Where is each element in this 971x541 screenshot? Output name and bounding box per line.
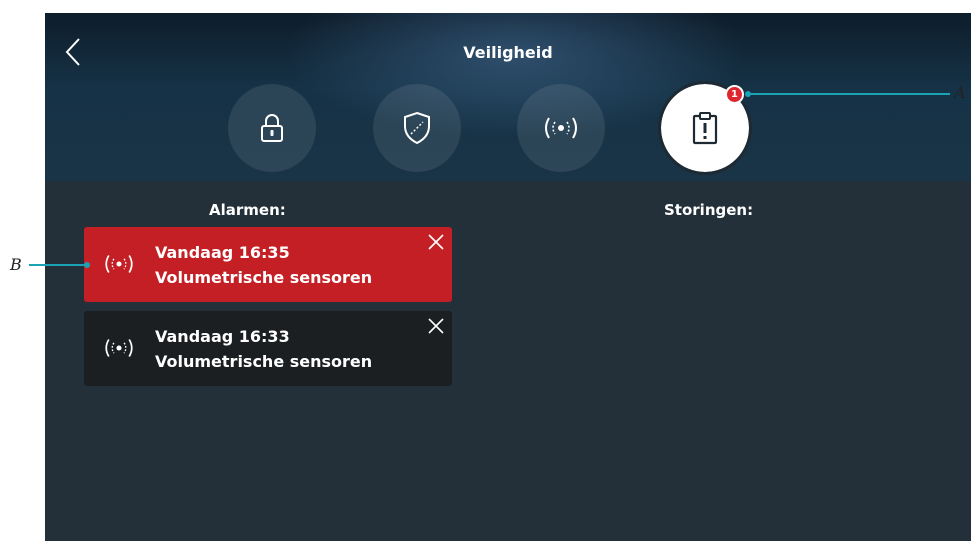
alarms-heading: Alarmen: (209, 201, 286, 219)
shield-icon (404, 111, 430, 145)
alarm-description: Volumetrische sensoren (155, 352, 373, 371)
tab-shield[interactable] (373, 84, 461, 172)
page-title: Veiligheid (463, 43, 553, 62)
notification-badge: 1 (725, 85, 744, 104)
sensor-icon (545, 117, 577, 139)
callout-b-label: B (10, 255, 22, 274)
callout-a-label: A (954, 83, 966, 102)
faults-heading: Storingen: (664, 201, 754, 219)
alarm-item[interactable]: Vandaag 16:33 Volumetrische sensoren (84, 311, 452, 386)
close-icon[interactable] (426, 316, 446, 336)
sensor-icon (105, 255, 133, 273)
lock-icon (261, 114, 283, 142)
sensor-icon (105, 339, 133, 357)
alarm-time: Vandaag 16:33 (155, 327, 290, 346)
callout-b-line (29, 264, 87, 266)
tab-lock[interactable] (228, 84, 316, 172)
alarm-item[interactable]: Vandaag 16:35 Volumetrische sensoren (84, 227, 452, 302)
header: Veiligheid 1 (45, 13, 971, 181)
alarm-description: Volumetrische sensoren (155, 268, 373, 287)
callout-a-line (748, 93, 950, 95)
alarm-time: Vandaag 16:35 (155, 243, 290, 262)
callout-b-dot (84, 262, 90, 268)
tab-sensor[interactable] (517, 84, 605, 172)
close-icon[interactable] (426, 232, 446, 252)
